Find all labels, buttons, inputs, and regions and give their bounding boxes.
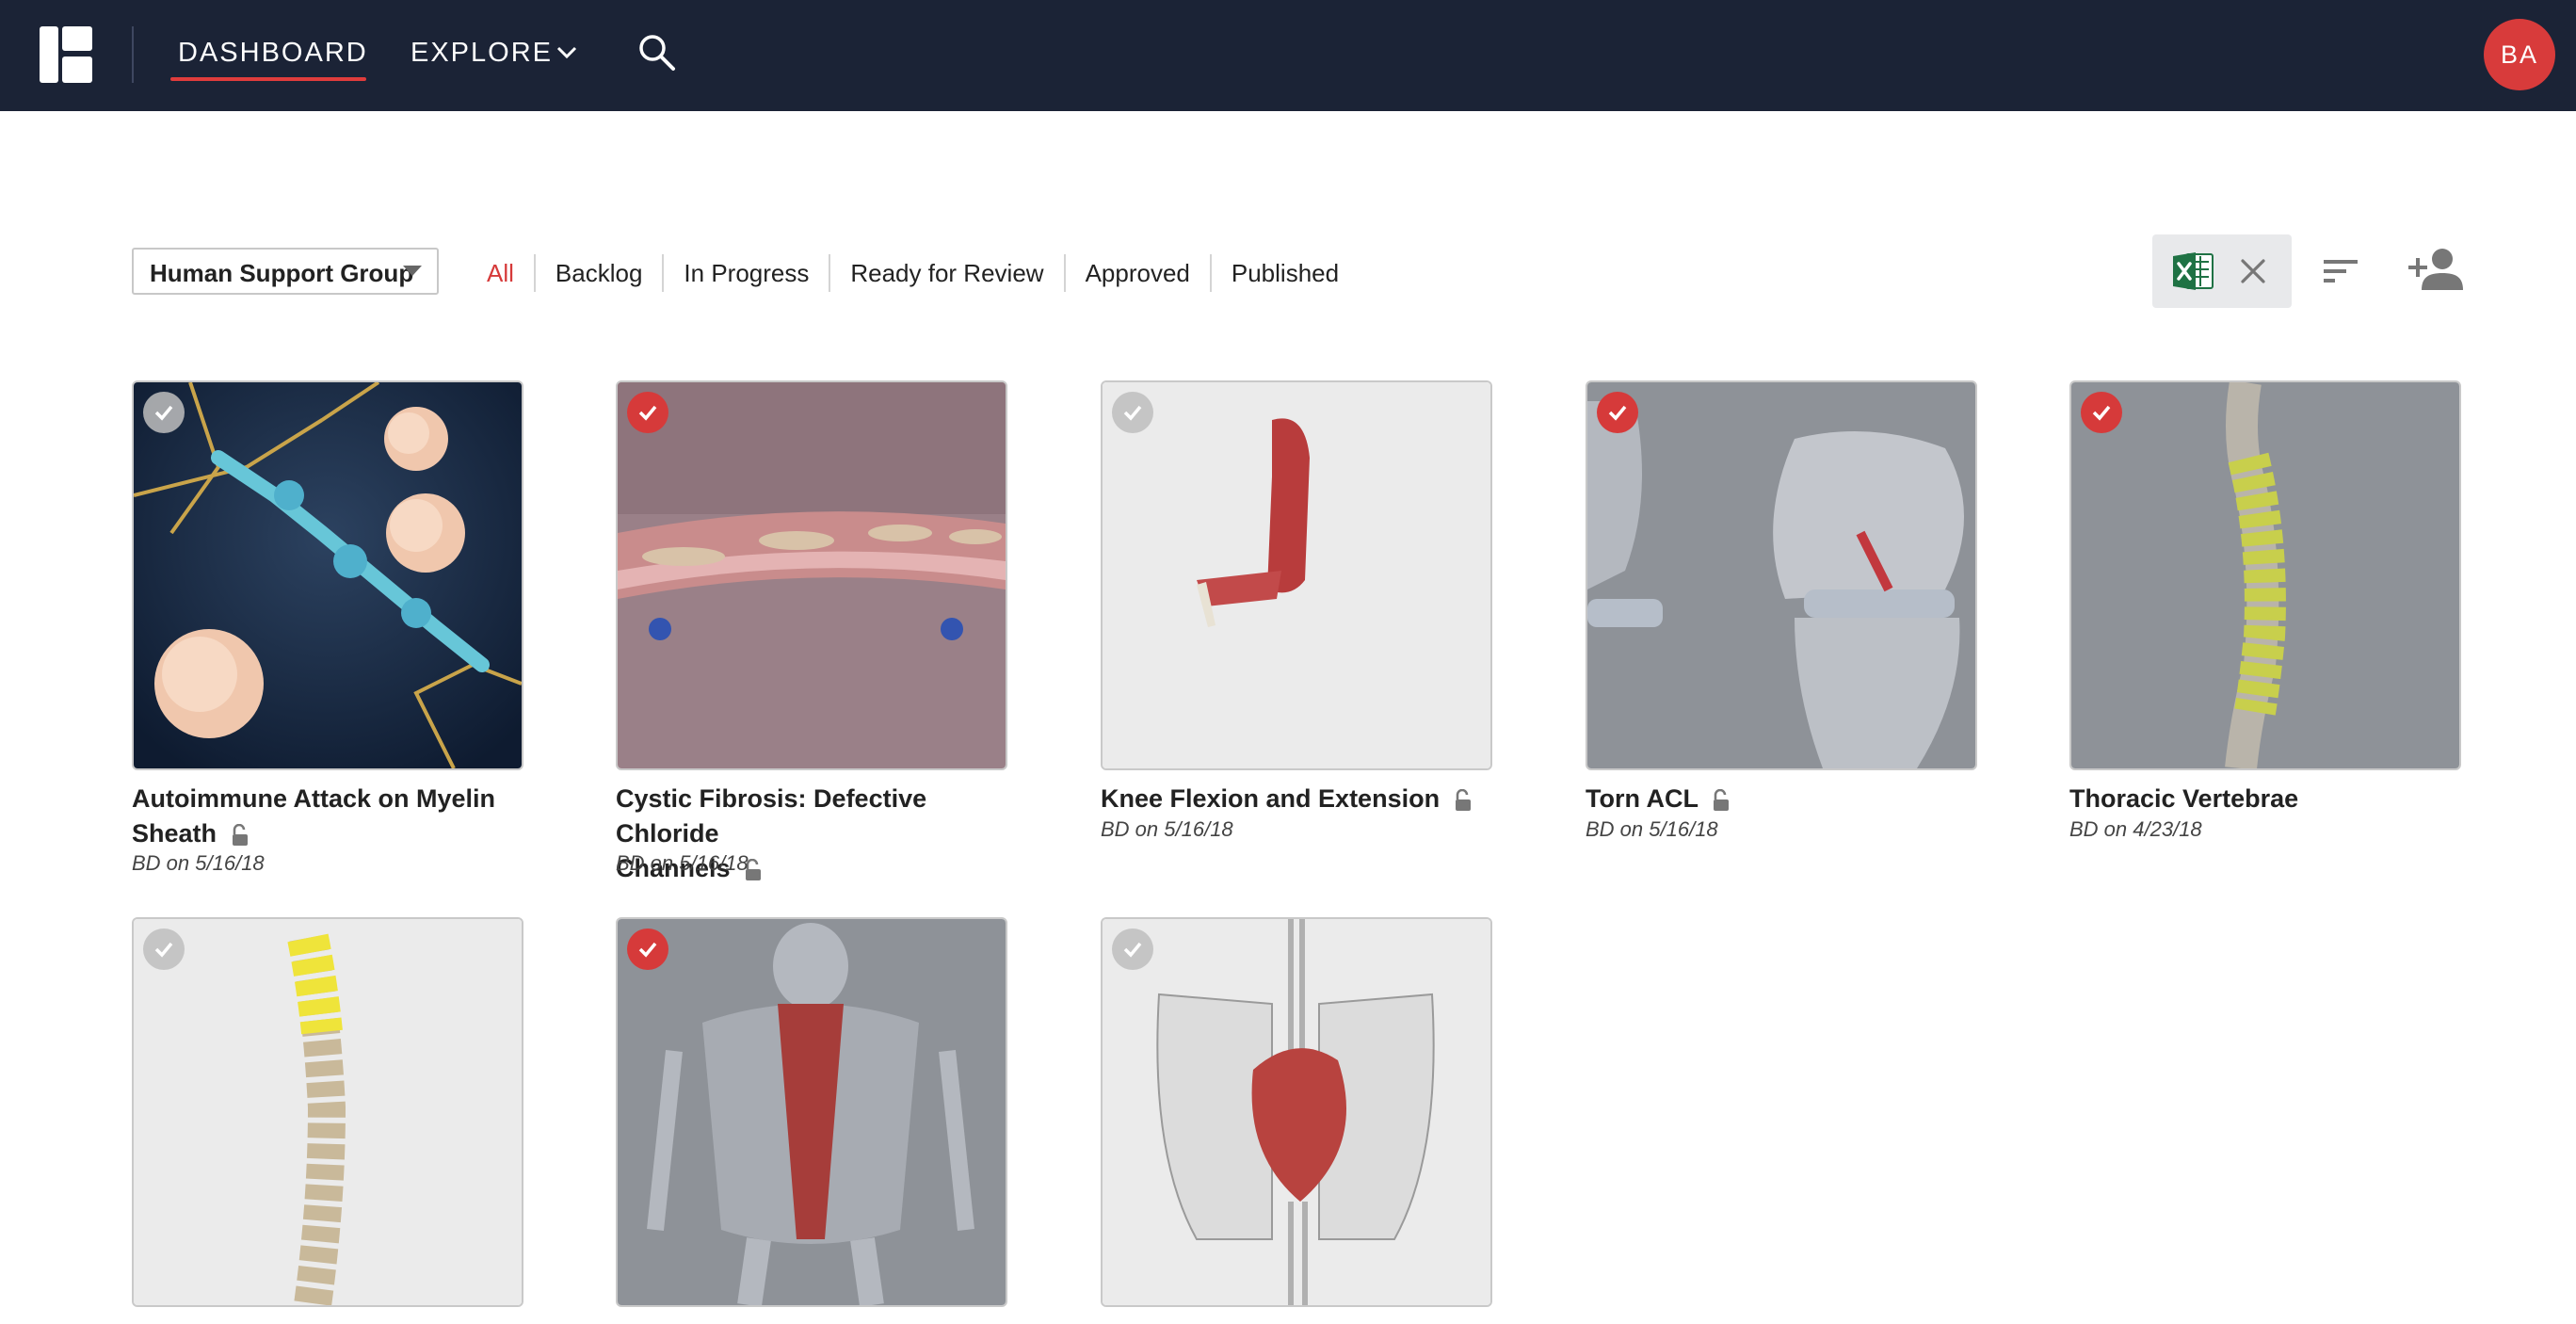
nav-explore-menu[interactable]: EXPLORE (411, 36, 553, 70)
card-title-line2: Sheath (132, 819, 217, 848)
excel-icon[interactable] (2171, 250, 2214, 292)
tab-backlog[interactable]: Backlog (533, 254, 663, 292)
cervical-spine-illustration (134, 919, 522, 1305)
unlock-icon (232, 823, 248, 846)
nav-dashboard-link[interactable]: DASHBOARD (178, 36, 368, 70)
card-meta: BD on 4/23/18 (2069, 817, 2202, 841)
tab-published[interactable]: Published (1209, 254, 1359, 292)
user-avatar[interactable]: BA (2484, 19, 2555, 90)
checkmark-icon[interactable] (1597, 392, 1638, 433)
scene-thumbnail[interactable] (2069, 380, 2461, 770)
card-meta: BD on 5/16/18 (1586, 817, 1718, 841)
scene-thumbnail[interactable] (616, 380, 1007, 770)
leg-muscle-illustration (1103, 382, 1490, 768)
card-title-line1: Torn ACL (1586, 784, 1699, 813)
unlock-icon (1455, 788, 1471, 811)
search-icon[interactable] (636, 32, 676, 72)
unlock-icon (1714, 788, 1729, 811)
spine-illustration (2071, 382, 2459, 768)
status-filter-tabs: All Backlog In Progress Ready for Review… (467, 254, 1359, 292)
app-logo-icon[interactable] (40, 26, 92, 83)
chevron-down-icon[interactable] (555, 41, 578, 64)
card-title: Torn ACL (1586, 782, 1977, 816)
checkmark-icon[interactable] (627, 928, 668, 970)
group-select-dropdown[interactable]: Human Support Group (132, 248, 439, 295)
card-title-line1: Cystic Fibrosis: Defective Chloride (616, 784, 927, 848)
tab-all[interactable]: All (467, 254, 534, 292)
heart-lungs-illustration (1103, 919, 1490, 1305)
card-title-line1: Autoimmune Attack on Myelin (132, 784, 496, 813)
tab-in-progress[interactable]: In Progress (662, 254, 829, 292)
add-user-icon[interactable] (2408, 247, 2463, 292)
tab-approved[interactable]: Approved (1063, 254, 1210, 292)
excel-export-panel (2152, 234, 2292, 308)
close-icon[interactable] (2239, 257, 2267, 285)
scene-thumbnail[interactable] (1586, 380, 1977, 770)
myelin-illustration (134, 382, 522, 768)
card-meta: BD on 5/16/18 (1101, 817, 1233, 841)
sort-icon[interactable] (2322, 256, 2359, 286)
dropdown-caret-icon (403, 266, 422, 276)
card-meta: BD on 5/16/18 (132, 851, 265, 875)
logo-divider (132, 26, 134, 83)
checkmark-icon[interactable] (627, 392, 668, 433)
knee-joint-illustration (1587, 382, 1975, 768)
card-title-line1: Thoracic Vertebrae (2069, 784, 2299, 813)
checkmark-icon[interactable] (143, 928, 185, 970)
group-select-value: Human Support Group (150, 259, 414, 287)
back-muscle-illustration (618, 919, 1006, 1305)
card-title-line1: Knee Flexion and Extension (1101, 784, 1441, 813)
scene-thumbnail[interactable] (132, 917, 523, 1307)
checkmark-icon[interactable] (1112, 928, 1153, 970)
membrane-illustration (618, 382, 1006, 768)
checkmark-icon[interactable] (1112, 392, 1153, 433)
card-title: Autoimmune Attack on Myelin Sheath (132, 782, 523, 851)
checkmark-icon[interactable] (2081, 392, 2122, 433)
scene-thumbnail[interactable] (1101, 917, 1492, 1307)
checkmark-icon[interactable] (143, 392, 185, 433)
scene-thumbnail[interactable] (1101, 380, 1492, 770)
card-meta: BD on 5/16/18 (616, 851, 749, 875)
scene-thumbnail[interactable] (132, 380, 523, 770)
nav-active-indicator (170, 77, 366, 81)
top-nav-bar: DASHBOARD EXPLORE BA (0, 0, 2576, 111)
scene-thumbnail[interactable] (616, 917, 1007, 1307)
card-title: Thoracic Vertebrae (2069, 782, 2461, 816)
card-title: Knee Flexion and Extension (1101, 782, 1492, 816)
tab-ready-for-review[interactable]: Ready for Review (829, 254, 1063, 292)
